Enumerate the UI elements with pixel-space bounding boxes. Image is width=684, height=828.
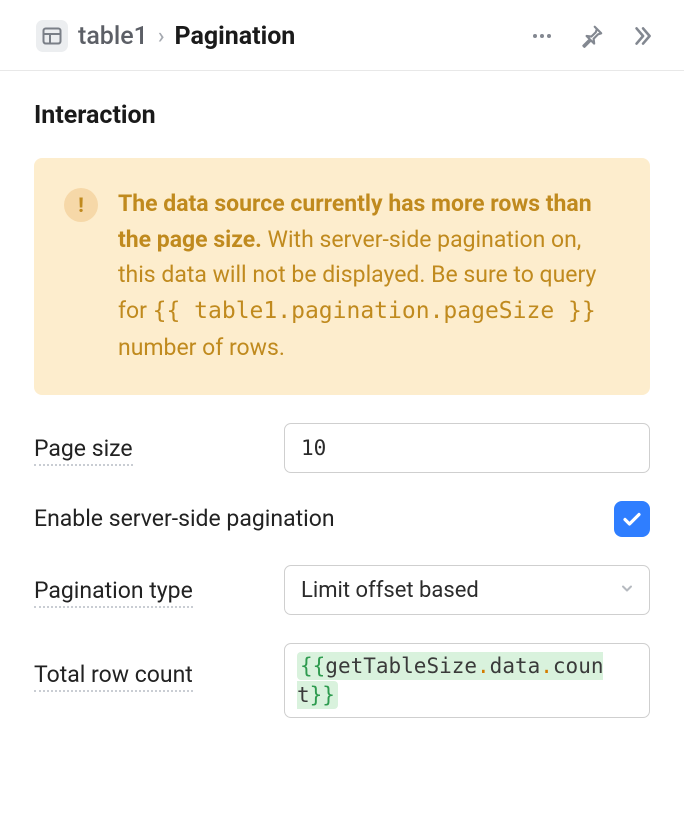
page-size-row: Page size [34,423,650,473]
total-row-count-expression: {{getTableSize.data.count}} [297,652,603,708]
more-icon[interactable] [528,22,556,50]
warning-rest-after: number of rows. [118,334,285,361]
total-row-count-input[interactable]: {{getTableSize.data.count}} [284,643,650,718]
pagination-type-label: Pagination type [34,577,193,608]
breadcrumb: table1 › Pagination [36,20,528,52]
chevron-right-icon: › [158,24,165,49]
pagination-type-select[interactable]: Limit offset based [284,565,650,615]
total-row-count-label: Total row count [34,661,193,692]
enable-server-pagination-row: Enable server-side pagination [34,501,650,537]
expand-icon[interactable] [628,22,656,50]
enable-server-pagination-label: Enable server-side pagination [34,505,335,534]
breadcrumb-current: Pagination [174,22,295,51]
pin-icon[interactable] [578,22,606,50]
check-icon [620,507,644,531]
pagination-type-row: Pagination type Limit offset based [34,565,650,615]
pagination-type-value: Limit offset based [301,578,479,603]
table-icon [36,20,68,52]
warning-alert: ! The data source currently has more row… [34,158,650,395]
page-size-label: Page size [34,435,133,466]
interaction-section: Interaction ! The data source currently … [0,71,684,718]
warning-text: The data source currently has more rows … [118,186,620,365]
panel-header: table1 › Pagination [0,0,684,71]
breadcrumb-parent[interactable]: table1 [78,22,148,51]
header-actions [528,22,656,50]
warning-icon: ! [64,188,98,222]
enable-server-pagination-checkbox[interactable] [614,501,650,537]
page-size-input[interactable] [284,423,650,473]
total-row-count-row: Total row count {{getTableSize.data.coun… [34,643,650,718]
chevron-down-icon [619,578,635,603]
warning-code: {{ table1.pagination.pageSize }} [153,298,596,324]
section-title: Interaction [34,101,650,130]
